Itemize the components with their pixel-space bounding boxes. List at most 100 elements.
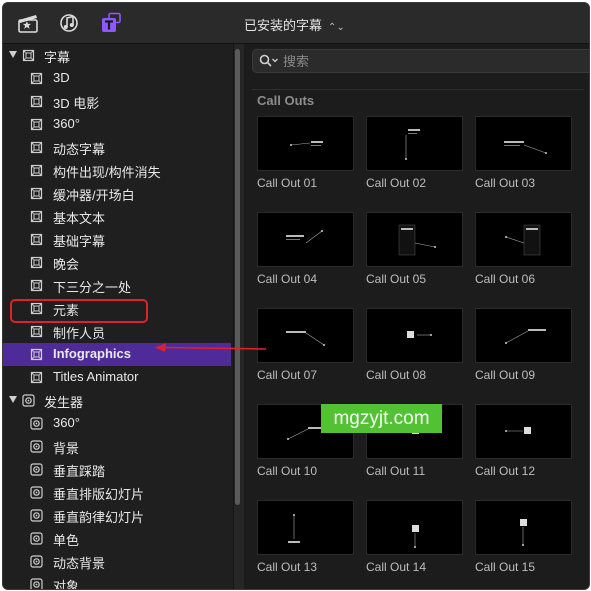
search-field[interactable] [252, 49, 589, 73]
call-out-tile[interactable]: Call Out 14 [366, 500, 463, 580]
call-out-tile[interactable]: Call Out 02 [366, 116, 463, 196]
title-icon [30, 141, 43, 154]
search-icon[interactable] [259, 54, 279, 68]
call-out-thumbnail[interactable] [475, 500, 572, 555]
sidebar-item-generator-category[interactable]: 垂直踩踏 [3, 458, 231, 481]
call-out-caption: Call Out 01 [257, 176, 318, 190]
sidebar-item-label: 360° [53, 116, 80, 131]
call-out-tile[interactable]: Call Out 04 [257, 212, 354, 292]
title-icon [30, 348, 43, 361]
call-out-thumbnail[interactable] [475, 308, 572, 363]
call-out-thumbnail[interactable] [257, 212, 354, 267]
call-out-thumbnail[interactable] [366, 500, 463, 555]
title-icon [30, 210, 43, 223]
sidebar-item-generator-category[interactable]: 动态背景 [3, 550, 231, 573]
call-out-caption: Call Out 07 [257, 368, 318, 382]
call-out-tile[interactable]: Call Out 03 [475, 116, 572, 196]
sidebar-item-generator-category[interactable]: 垂直韵律幻灯片 [3, 504, 231, 527]
call-out-tile[interactable]: Call Out 06 [475, 212, 572, 292]
call-out-caption: Call Out 10 [257, 464, 318, 478]
sidebar-item-label: 下三分之一处 [53, 280, 132, 295]
call-out-tile[interactable]: Call Out 12 [475, 404, 572, 484]
generator-icon [30, 509, 43, 522]
search-input[interactable] [281, 52, 575, 70]
title-icon [30, 256, 43, 269]
call-out-tile[interactable]: Call Out 08 [366, 308, 463, 388]
sidebar-scrollbar-thumb[interactable] [235, 49, 240, 505]
sidebar-item-label: 发生器 [44, 395, 84, 410]
call-out-thumbnail[interactable] [366, 308, 463, 363]
sidebar-item-title-category[interactable]: 制作人员 [3, 320, 231, 343]
call-out-caption: Call Out 02 [366, 176, 427, 190]
title-icon [30, 72, 43, 85]
generator-icon [22, 394, 35, 407]
section-title: Call Outs [257, 93, 315, 108]
generator-icon [30, 555, 43, 568]
call-out-tile[interactable]: Call Out 15 [475, 500, 572, 580]
browser-title-dropdown[interactable]: 已安装的字幕 ⌃⌄ [244, 15, 345, 34]
generator-icon [30, 532, 43, 545]
sidebar-item-generator-category[interactable]: 360° [3, 412, 231, 435]
call-out-tile[interactable]: Call Out 07 [257, 308, 354, 388]
call-out-thumbnail[interactable] [475, 212, 572, 267]
sidebar-item-label: 3D [53, 70, 70, 85]
sidebar-item-label: 字幕 [44, 50, 71, 65]
sidebar-group-titles[interactable]: 字幕 [3, 44, 231, 67]
call-out-caption: Call Out 09 [475, 368, 536, 382]
call-out-thumbnail[interactable] [257, 116, 354, 171]
sidebar-item-title-category[interactable]: 基础字幕 [3, 228, 231, 251]
call-out-thumbnail[interactable] [475, 404, 572, 459]
call-out-thumbnail[interactable] [475, 116, 572, 171]
sidebar-item-generator-category[interactable]: 垂直排版幻灯片 [3, 481, 231, 504]
call-out-caption: Call Out 12 [475, 464, 536, 478]
sidebar-item-title-category[interactable]: 3D 电影 [3, 90, 231, 113]
highlight-annotation-box [10, 299, 148, 323]
sidebar-item-title-category[interactable]: 基本文本 [3, 205, 231, 228]
sidebar-item-generator-category[interactable]: 背景 [3, 435, 231, 458]
sidebar-item-label: Infographics [53, 346, 132, 361]
sidebar-group-generators[interactable]: 发生器 [3, 389, 231, 412]
clapper-icon[interactable] [17, 12, 39, 34]
call-out-thumbnail[interactable] [366, 212, 463, 267]
sidebar-item-title-category[interactable]: 3D [3, 67, 231, 90]
disclosure-triangle-icon[interactable] [9, 396, 17, 403]
titles-icon[interactable] [100, 12, 122, 34]
generator-icon [30, 486, 43, 499]
title-icon [30, 95, 43, 108]
pointer-arrow [155, 343, 267, 352]
sidebar-item-generator-category[interactable]: 对象 [3, 573, 231, 589]
sidebar-item-label: Titles Animator [53, 369, 139, 384]
sidebar-item-label: 基础字幕 [53, 234, 106, 249]
call-out-tile[interactable]: Call Out 09 [475, 308, 572, 388]
call-out-caption: Call Out 08 [366, 368, 427, 382]
sidebar-item-title-category[interactable]: 下三分之一处 [3, 274, 231, 297]
call-out-thumbnail[interactable] [257, 308, 354, 363]
sidebar-item-generator-category[interactable]: 单色 [3, 527, 231, 550]
sidebar-item-title-category[interactable]: 360° [3, 113, 231, 136]
browser-content: Call Outs Call Out 01 Call Out 02 Call Out… [244, 44, 589, 589]
disclosure-triangle-icon[interactable] [9, 51, 17, 58]
section-divider [252, 89, 584, 90]
sidebar-item-title-category[interactable]: 构件出现/构件消失 [3, 159, 231, 182]
sidebar-item-title-category[interactable]: 动态字幕 [3, 136, 231, 159]
call-out-caption: Call Out 15 [475, 560, 536, 574]
sidebar-item-label: 垂直排版幻灯片 [53, 487, 145, 502]
call-out-tile[interactable]: Call Out 01 [257, 116, 354, 196]
sidebar-item-title-category[interactable]: 缓冲器/开场白 [3, 182, 231, 205]
generator-icon [30, 578, 43, 589]
call-out-tile[interactable]: Call Out 13 [257, 500, 354, 580]
generator-icon [30, 417, 43, 430]
sidebar-item-label: 晚会 [53, 257, 80, 272]
sidebar-item-label: 垂直韵律幻灯片 [53, 510, 145, 525]
sidebar-item-label: 构件出现/构件消失 [53, 165, 161, 180]
title-icon [30, 164, 43, 177]
music-camera-icon[interactable] [58, 12, 80, 34]
call-out-tile[interactable]: Call Out 05 [366, 212, 463, 292]
sidebar-item-title-category[interactable]: 晚会 [3, 251, 231, 274]
call-out-caption: Call Out 11 [366, 464, 426, 478]
watermark-badge: mgzyjt.com [321, 404, 442, 433]
sidebar-item-label: 动态字幕 [53, 142, 106, 157]
sidebar-item-title-category[interactable]: Titles Animator [3, 366, 231, 389]
call-out-thumbnail[interactable] [257, 500, 354, 555]
call-out-thumbnail[interactable] [366, 116, 463, 171]
